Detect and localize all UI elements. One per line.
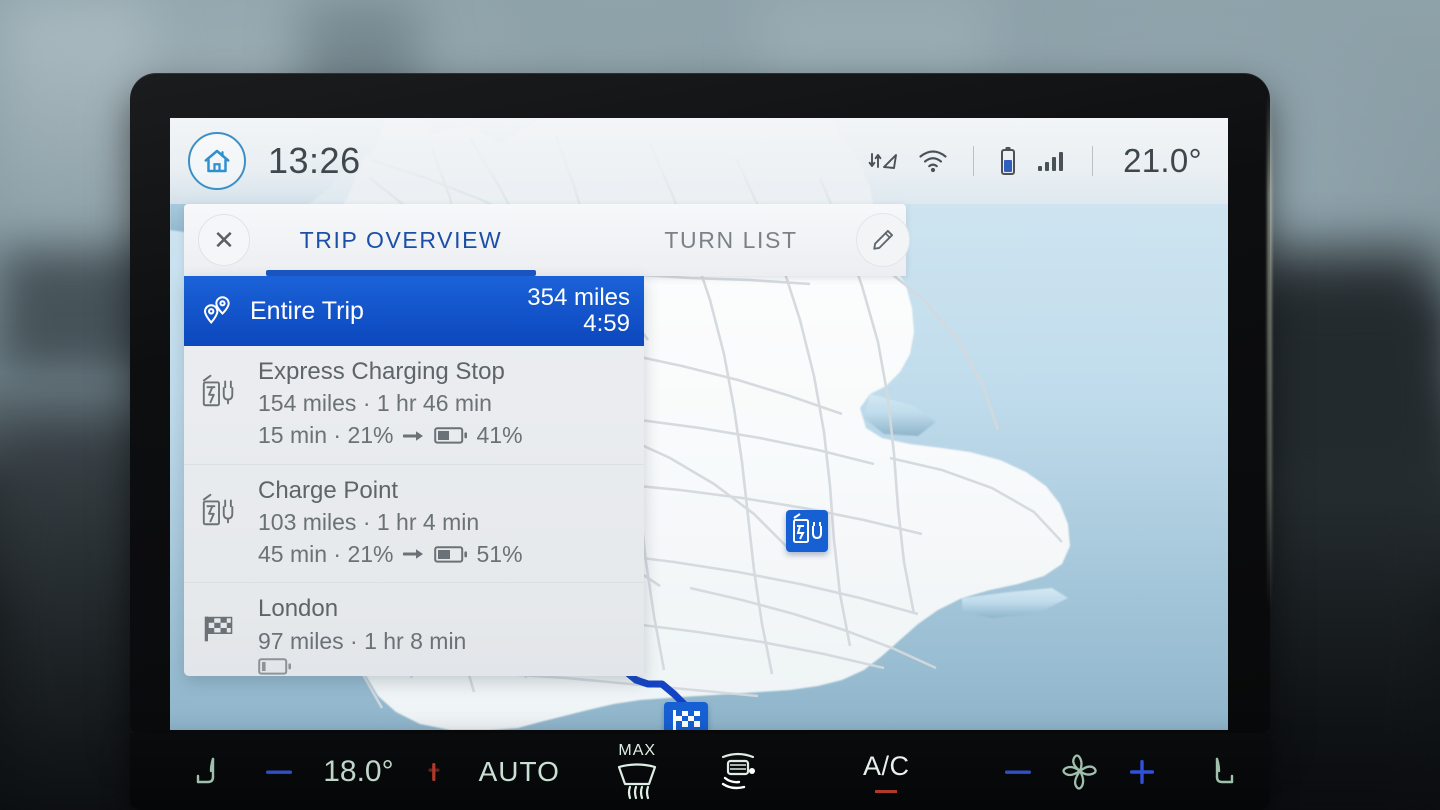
- trip-stop-row[interactable]: Express Charging Stop 154 miles · 1 hr 4…: [184, 346, 644, 465]
- trip-tab-bar: ✕ TRIP OVERVIEW TURN LIST: [184, 204, 910, 276]
- close-button[interactable]: ✕: [198, 214, 250, 266]
- stop-charge-target: 41%: [476, 422, 523, 449]
- ac-label: A/C: [863, 750, 910, 781]
- stop-charge-info: 45 min · 21% 51%: [258, 538, 523, 570]
- rear-defrost-icon: [721, 752, 755, 789]
- stop-name: London: [258, 595, 339, 623]
- passenger-seat-heater-button[interactable]: [1174, 751, 1270, 793]
- cabin-temperature: 21.0°: [1123, 142, 1202, 179]
- route-waypoints-icon: [203, 296, 230, 325]
- arrow-right-icon: [402, 430, 423, 441]
- stop-body: Express Charging Stop 154 miles · 1 hr 4…: [258, 356, 523, 452]
- ev-charging-station-icon: [202, 493, 234, 525]
- battery-half-icon: [433, 545, 467, 563]
- cellular-signal-icon: [1038, 152, 1064, 171]
- stop-charge-target: 51%: [476, 541, 523, 568]
- stop-name: Express Charging Stop: [258, 358, 505, 385]
- battery-icon: [1001, 147, 1016, 175]
- entire-trip-distance: 354 miles: [527, 284, 630, 312]
- tab-turn-list[interactable]: TURN LIST: [606, 204, 856, 276]
- driver-temperature-display[interactable]: 18.0°: [302, 755, 416, 789]
- stop-name: Charge Point: [258, 476, 399, 504]
- ac-button[interactable]: A/C: [786, 751, 987, 793]
- entire-trip-duration: 4:59: [583, 310, 630, 337]
- driver-seat-heater-button[interactable]: [160, 751, 256, 793]
- infotainment-screen: 13:26 21.0° ✕ TRIP OVERVIEW TURN LIST En…: [170, 118, 1228, 730]
- stop-charge-info: 15 min · 21% 41%: [258, 419, 523, 451]
- stop-icon-wrap: [200, 475, 246, 534]
- minus-icon: [265, 770, 292, 774]
- ev-charging-station-icon: [202, 374, 234, 407]
- fan-decrease-button[interactable]: [987, 766, 1050, 778]
- entire-trip-label: Entire Trip: [250, 296, 364, 325]
- tab-trip-overview-label: TRIP OVERVIEW: [299, 226, 503, 253]
- edit-route-button[interactable]: [856, 213, 910, 267]
- wifi-icon: [919, 150, 947, 173]
- fan-increase-button[interactable]: [1111, 757, 1174, 787]
- arrow-right-icon: [402, 549, 423, 559]
- stop-charge-time: 15 min · 21%: [258, 422, 394, 449]
- stop-body: London 97 miles · 1 hr 8 min: [258, 593, 466, 675]
- stop-meta: 97 miles · 1 hr 8 min: [258, 627, 467, 654]
- close-icon: ✕: [213, 225, 235, 255]
- fan-icon: [1062, 753, 1098, 790]
- destination-marker: [664, 702, 708, 730]
- pencil-edit-icon: [873, 229, 894, 250]
- tab-turn-list-label: TURN LIST: [664, 226, 798, 253]
- defrost-max-label: MAX: [618, 742, 657, 759]
- stop-charge-info: [258, 657, 466, 676]
- stop-meta: 103 miles · 1 hr 4 min: [258, 509, 480, 536]
- charge-marker-2: [786, 510, 828, 552]
- stop-charge-time: 45 min · 21%: [258, 541, 394, 568]
- home-button[interactable]: [188, 132, 246, 190]
- fan-speed-display[interactable]: [1050, 750, 1111, 794]
- checkered-flag-icon: [204, 616, 233, 642]
- trip-row-entire[interactable]: Entire Trip 354 miles 4:59: [184, 276, 644, 346]
- battery-low-icon: [258, 657, 291, 675]
- stop-meta: 154 miles · 1 hr 46 min: [258, 390, 492, 417]
- tab-group: TRIP OVERVIEW TURN LIST: [250, 204, 856, 276]
- battery-half-icon: [433, 427, 467, 444]
- home-icon: [204, 149, 230, 173]
- navigation-arrow-updown-icon: [868, 153, 898, 169]
- minus-icon: [1005, 770, 1032, 774]
- plus-icon: [428, 762, 440, 781]
- trip-overview-panel: Entire Trip 354 miles 4:59 Express Charg…: [184, 276, 644, 676]
- trip-stop-row[interactable]: Charge Point 103 miles · 1 hr 4 min 45 m…: [184, 465, 644, 584]
- status-divider-1: [973, 146, 975, 176]
- stop-icon-wrap: [200, 593, 246, 652]
- entire-trip-values: 354 miles 4:59: [527, 285, 630, 337]
- stop-body: Charge Point 103 miles · 1 hr 4 min 45 m…: [258, 475, 523, 571]
- climate-control-bar: 18.0° AUTO MAX A/C: [130, 733, 1270, 810]
- temp-decrease-button[interactable]: [256, 766, 301, 778]
- ac-active-indicator: [875, 789, 898, 793]
- tab-trip-overview[interactable]: TRIP OVERVIEW: [266, 204, 536, 276]
- heated-seat-left-icon: [196, 757, 215, 783]
- stop-icon-wrap: [200, 356, 246, 415]
- trip-stop-row[interactable]: London 97 miles · 1 hr 8 min: [184, 583, 644, 676]
- front-defrost-icon: [618, 763, 657, 800]
- plus-icon: [1130, 759, 1155, 784]
- auto-climate-button[interactable]: AUTO: [454, 756, 585, 788]
- status-bar: 13:26 21.0°: [170, 118, 1228, 204]
- temp-increase-button[interactable]: [415, 760, 453, 784]
- heated-seat-right-icon: [1215, 757, 1234, 783]
- front-defrost-button[interactable]: MAX: [585, 742, 690, 801]
- status-divider-2: [1092, 146, 1094, 176]
- rear-defrost-button[interactable]: [690, 749, 786, 795]
- clock: 13:26: [268, 140, 361, 181]
